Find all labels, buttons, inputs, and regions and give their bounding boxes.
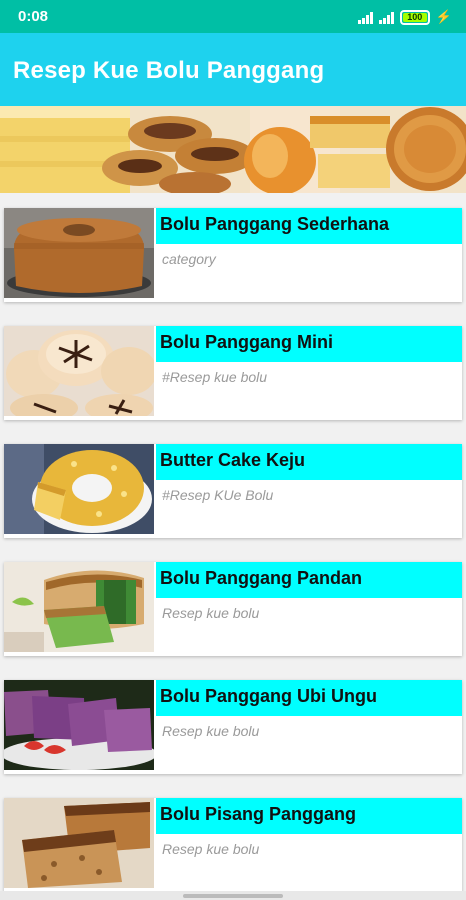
recipe-thumbnail bbox=[4, 562, 154, 652]
signal-icon bbox=[378, 11, 394, 24]
recipe-title-bar: Bolu Panggang Mini bbox=[156, 326, 462, 362]
status-bar: 0:08 100 ⚡ bbox=[0, 0, 466, 33]
recipe-card[interactable]: Bolu Pisang Panggang Resep kue bolu bbox=[4, 798, 462, 892]
recipe-title-bar: Bolu Panggang Sederhana bbox=[156, 208, 462, 244]
recipe-title: Butter Cake Keju bbox=[160, 450, 306, 470]
signal-icon bbox=[357, 11, 373, 24]
recipe-card[interactable]: Bolu Panggang Pandan Resep kue bolu bbox=[4, 562, 462, 656]
recipe-title: Bolu Pisang Panggang bbox=[160, 804, 357, 824]
recipe-card[interactable]: Bolu Panggang Sederhana category bbox=[4, 208, 462, 302]
banner-image bbox=[0, 106, 466, 193]
recipe-title: Bolu Panggang Ubi Ungu bbox=[160, 686, 377, 706]
gesture-bar[interactable] bbox=[183, 894, 283, 898]
recipe-card[interactable]: Bolu Panggang Ubi Ungu Resep kue bolu bbox=[4, 680, 462, 774]
recipe-title: Bolu Panggang Mini bbox=[160, 332, 333, 352]
bottom-edge bbox=[0, 891, 466, 900]
recipe-subtitle: Resep kue bolu bbox=[162, 841, 260, 857]
recipe-thumbnail bbox=[4, 680, 154, 770]
recipe-card[interactable]: Butter Cake Keju #Resep KUe Bolu bbox=[4, 444, 462, 538]
recipe-title-bar: Bolu Panggang Pandan bbox=[156, 562, 462, 598]
recipe-thumbnail bbox=[4, 798, 154, 888]
app-bar: Resep Kue Bolu Panggang bbox=[0, 33, 466, 106]
recipe-title-bar: Butter Cake Keju bbox=[156, 444, 462, 480]
recipe-title: Bolu Panggang Pandan bbox=[160, 568, 363, 588]
recipe-subtitle: #Resep KUe Bolu bbox=[162, 487, 274, 503]
recipe-card[interactable]: Bolu Panggang Mini #Resep kue bolu bbox=[4, 326, 462, 420]
recipe-thumbnail bbox=[4, 208, 154, 298]
cake-collage-image bbox=[0, 106, 466, 193]
recipe-subtitle: #Resep kue bolu bbox=[162, 369, 268, 385]
recipe-subtitle: category bbox=[162, 251, 216, 267]
recipe-subtitle: Resep kue bolu bbox=[162, 605, 260, 621]
recipe-title: Bolu Panggang Sederhana bbox=[160, 214, 390, 234]
status-icons: 100 ⚡ bbox=[357, 9, 452, 25]
recipe-thumbnail bbox=[4, 444, 154, 534]
charging-icon: ⚡ bbox=[435, 9, 452, 24]
battery-icon: 100 bbox=[399, 9, 430, 25]
battery-level: 100 bbox=[407, 12, 423, 22]
app-title: Resep Kue Bolu Panggang bbox=[13, 57, 325, 84]
recipe-title-bar: Bolu Pisang Panggang bbox=[156, 798, 462, 834]
recipe-title-bar: Bolu Panggang Ubi Ungu bbox=[156, 680, 462, 716]
recipe-thumbnail bbox=[4, 326, 154, 416]
status-time: 0:08 bbox=[18, 8, 49, 25]
recipe-subtitle: Resep kue bolu bbox=[162, 723, 260, 739]
